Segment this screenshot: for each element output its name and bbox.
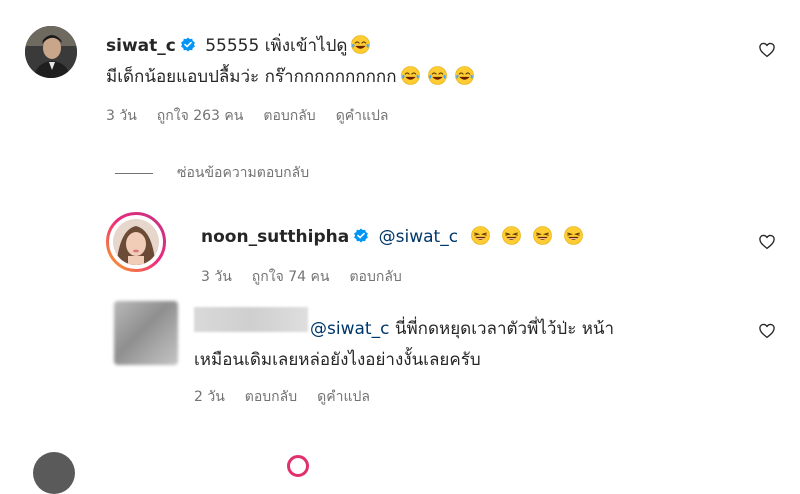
reply-time: 2 วัน xyxy=(194,389,225,405)
reply-blurred-meta: 2 วัน ตอบกลับ ดูคำแปล xyxy=(194,386,370,408)
comment-reply-button[interactable]: ตอบกลับ xyxy=(263,105,315,127)
reply-username[interactable]: noon_sutthipha xyxy=(201,227,349,247)
avatar-noon-sutthipha[interactable] xyxy=(106,212,166,272)
avatar-next-comment[interactable] xyxy=(33,452,75,494)
tears-of-joy-emoji-icon xyxy=(351,35,370,54)
laughing-emoji-icon xyxy=(502,226,521,245)
reply-time: 3 วัน xyxy=(201,269,232,285)
heart-icon[interactable] xyxy=(758,233,776,251)
comment-line-1: siwat_c 55555 เพิ่งเข้าไปดู xyxy=(106,32,370,59)
comment-translate-link[interactable]: ดูคำแปล xyxy=(336,105,389,127)
comment-siwat-c: siwat_c 55555 เพิ่งเข้าไปดู xyxy=(106,32,370,59)
avatar-blurred[interactable] xyxy=(114,301,178,365)
hide-replies-button[interactable]: ซ่อนข้อความตอบกลับ xyxy=(115,162,309,184)
tears-of-joy-emoji-icon xyxy=(401,66,420,85)
heart-icon[interactable] xyxy=(758,322,776,340)
comment-likes-link[interactable]: ถูกใจ 263 คน xyxy=(157,105,244,127)
reply-reply-button[interactable]: ตอบกลับ xyxy=(245,386,297,408)
reply-translate-link[interactable]: ดูคำแปล xyxy=(317,386,370,408)
reply-text-line2: เหมือนเดิมเลยหล่อยังไงอย่างงั้นเลยครับ xyxy=(194,350,481,370)
next-comment-story-ring xyxy=(287,455,309,477)
comment-line-2: มีเด็กน้อยแอบปลื้มว่ะ กร๊ากกกกกกกกกก xyxy=(106,63,474,90)
reply-blurred-line1: @siwat_c นี่พี่กดหยุดเวลาตัวพี่ไว้ป่ะ หน… xyxy=(310,315,614,342)
avatar-image xyxy=(25,26,77,78)
laughing-emoji-icon xyxy=(471,226,490,245)
verified-badge-icon xyxy=(180,37,196,53)
reply-reply-button[interactable]: ตอบกลับ xyxy=(349,266,401,288)
reply-text-line1: นี่พี่กดหยุดเวลาตัวพี่ไว้ป่ะ หน้า xyxy=(389,319,615,339)
hide-replies-label: ซ่อนข้อความตอบกลับ xyxy=(177,165,310,181)
reply-noon-line: noon_sutthipha @siwat_c xyxy=(201,226,583,247)
verified-badge-icon xyxy=(353,228,369,244)
comment-meta: 3 วัน ถูกใจ 263 คน ตอบกลับ ดูคำแปล xyxy=(106,105,389,127)
comment-username[interactable]: siwat_c xyxy=(106,36,176,56)
tears-of-joy-emoji-icon xyxy=(455,66,474,85)
reply-noon-meta: 3 วัน ถูกใจ 74 คน ตอบกลับ xyxy=(201,266,402,288)
hide-replies-line xyxy=(115,172,153,174)
comment-text-line1: 55555 เพิ่งเข้าไปดู xyxy=(205,36,348,56)
reply-blurred-line2: เหมือนเดิมเลยหล่อยังไงอย่างงั้นเลยครับ xyxy=(194,346,481,373)
laughing-emoji-icon xyxy=(564,226,583,245)
heart-icon[interactable] xyxy=(758,41,776,59)
blurred-username[interactable] xyxy=(194,307,308,332)
reply-mention-link[interactable]: @siwat_c xyxy=(310,319,389,339)
laughing-emoji-icon xyxy=(533,226,552,245)
reply-mention-link[interactable]: @siwat_c xyxy=(379,227,458,247)
comment-time: 3 วัน xyxy=(106,108,137,124)
reply-likes-link[interactable]: ถูกใจ 74 คน xyxy=(252,266,330,288)
tears-of-joy-emoji-icon xyxy=(428,66,447,85)
avatar-siwat-c[interactable] xyxy=(25,26,77,78)
story-ring-avatar xyxy=(106,212,166,272)
comment-text-line2: มีเด็กน้อยแอบปลื้มว่ะ กร๊ากกกกกกกกกก xyxy=(106,67,397,87)
